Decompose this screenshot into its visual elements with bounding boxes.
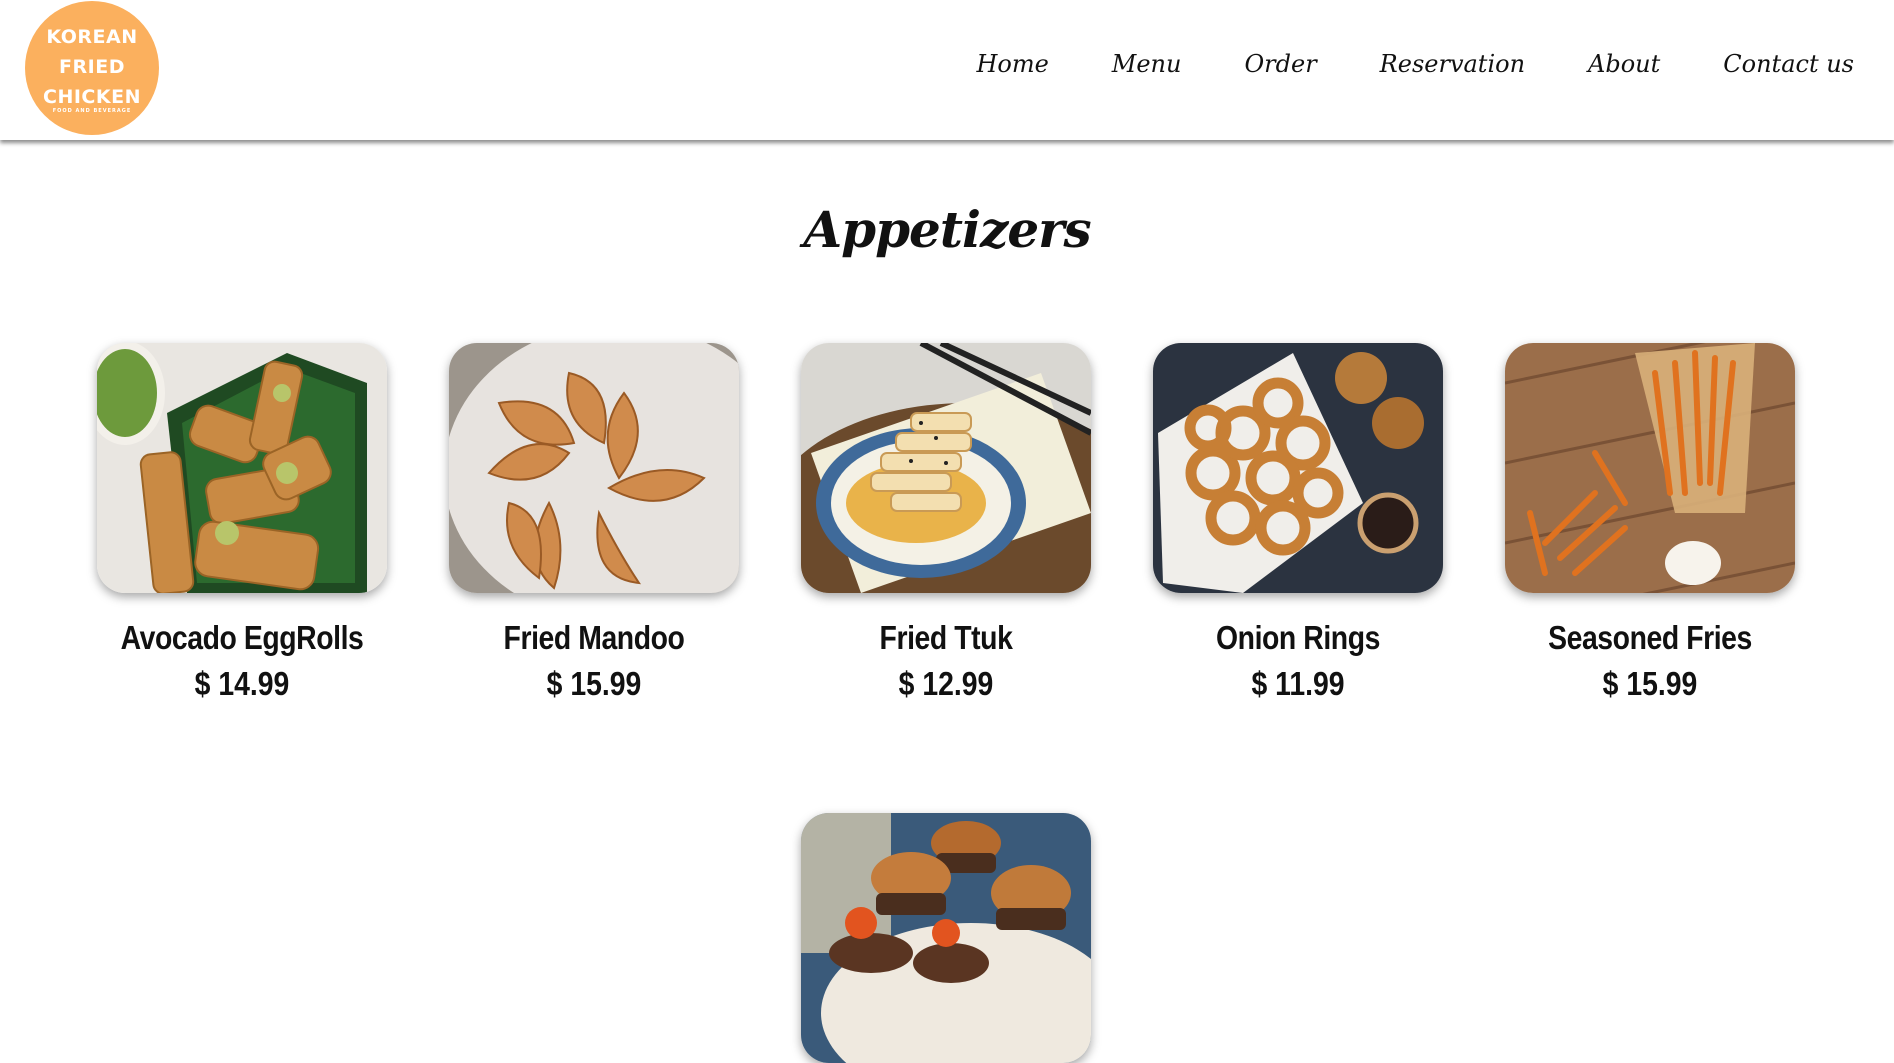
nav-about[interactable]: About [1588, 50, 1660, 78]
onion-rings-photo[interactable] [1153, 343, 1443, 593]
nav-menu[interactable]: Menu [1112, 50, 1182, 78]
item-price: $ 15.99 [1602, 665, 1698, 702]
item-price: $ 12.99 [898, 665, 994, 702]
item-price: $ 11.99 [1251, 665, 1345, 702]
nav-order[interactable]: Order [1244, 50, 1316, 78]
item-name: Seasoned Fries [1548, 619, 1752, 656]
nav-reservation[interactable]: Reservation [1380, 50, 1525, 78]
menu-item-card[interactable]: Avocado EggRolls $ 14.99 [97, 343, 387, 703]
fried-mandoo-photo[interactable] [449, 343, 739, 593]
logo-line-1: KOREAN [46, 26, 138, 48]
main-nav: Home Menu Order Reservation About Contac… [976, 50, 1854, 78]
fried-ttuk-photo[interactable] [801, 343, 1091, 593]
menu-item-card[interactable]: Seasoned Fries $ 15.99 [1505, 343, 1795, 703]
menu-item-card[interactable]: Fried Ttuk $ 12.99 [801, 343, 1091, 703]
avocado-eggrolls-photo[interactable] [97, 343, 387, 593]
item-price: $ 15.99 [546, 665, 642, 702]
nav-home[interactable]: Home [976, 50, 1048, 78]
logo-tagline: FOOD AND BEVERAGE [52, 108, 132, 114]
item-name: Avocado EggRolls [120, 619, 364, 656]
menu-item-card[interactable] [801, 813, 1091, 1063]
item-name: Fried Ttuk [879, 619, 1013, 656]
nav-contact-us[interactable]: Contact us [1723, 50, 1854, 78]
menu-item-card[interactable]: Onion Rings $ 11.99 [1153, 343, 1443, 703]
section-title: Appetizers [803, 200, 1091, 259]
site-header: KOREAN FRIED CHICKEN FOOD AND BEVERAGE H… [0, 0, 1894, 140]
logo-line-2: FRIED [59, 56, 125, 78]
brand-logo[interactable]: KOREAN FRIED CHICKEN FOOD AND BEVERAGE [25, 1, 159, 135]
seasoned-fries-photo[interactable] [1505, 343, 1795, 593]
item-name: Fried Mandoo [503, 619, 685, 656]
item-name: Onion Rings [1216, 619, 1380, 656]
item-price: $ 14.99 [194, 665, 290, 702]
menu-item-card[interactable]: Fried Mandoo $ 15.99 [449, 343, 739, 703]
sliders-photo[interactable] [801, 813, 1091, 1063]
